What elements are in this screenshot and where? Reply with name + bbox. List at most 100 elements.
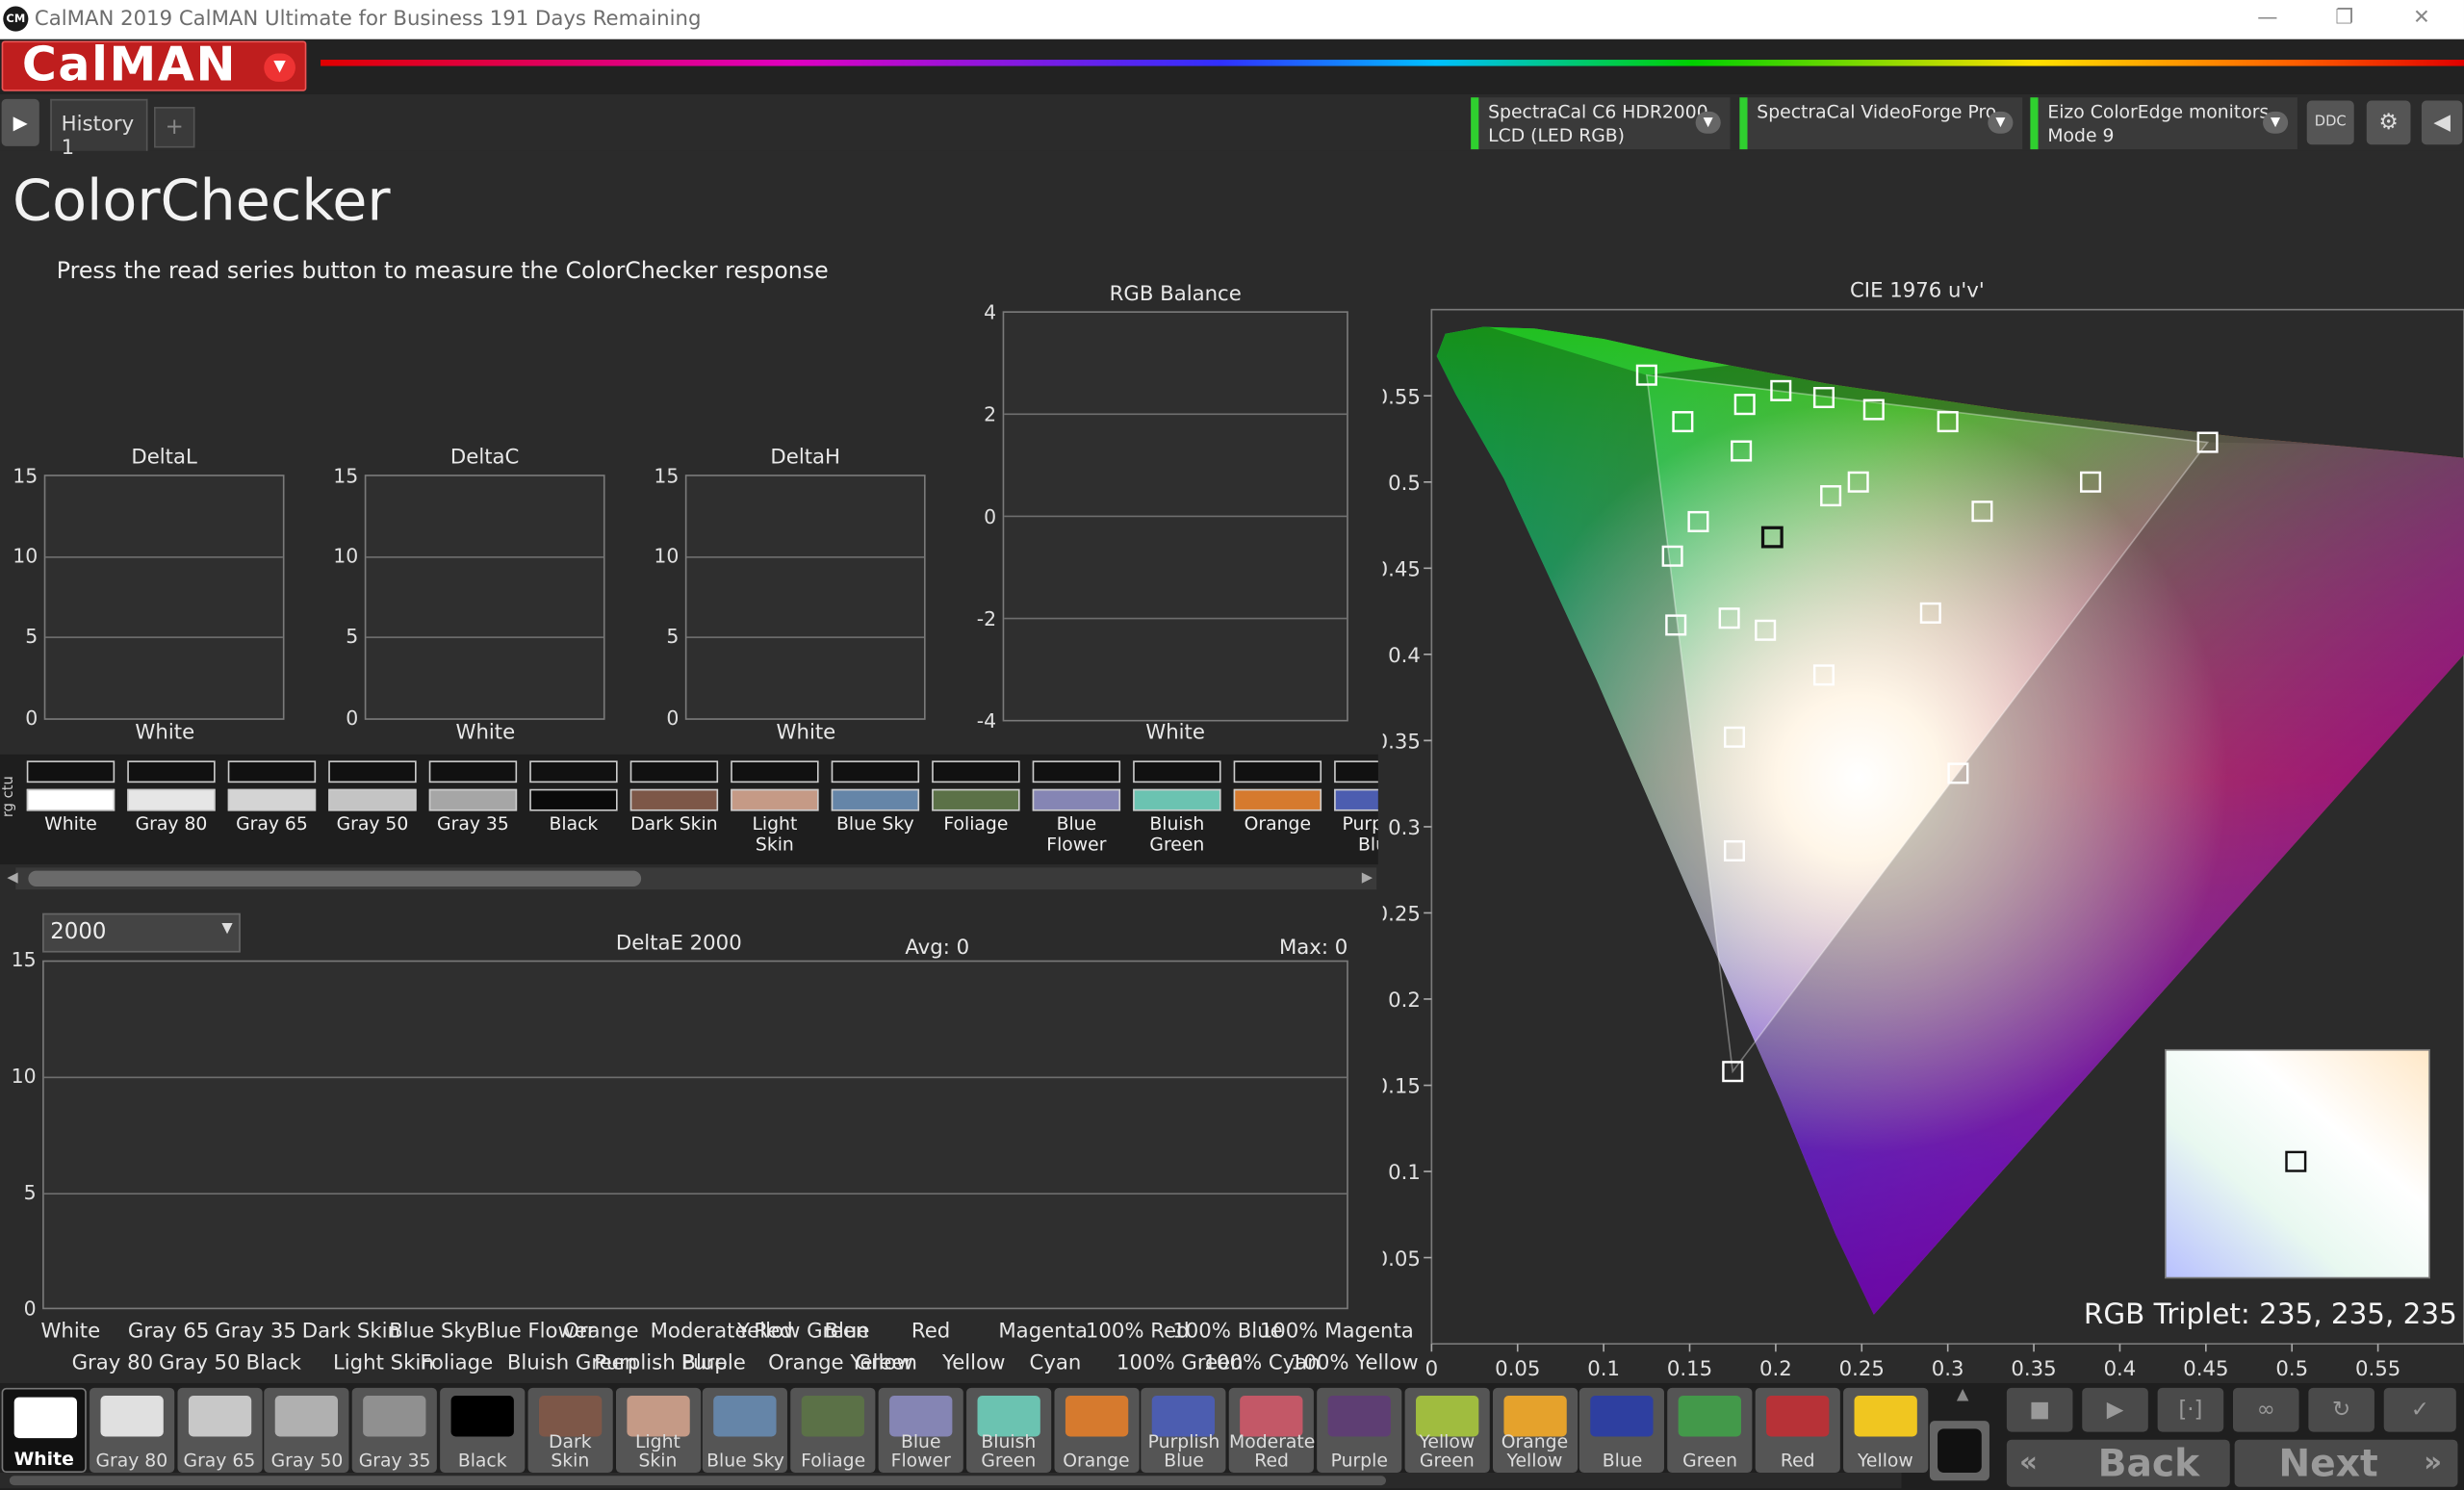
strip-scrollbar[interactable]: ◀ ▶ [7, 867, 1377, 890]
swatch-label: Bluish Green [1149, 812, 1205, 856]
chart-title: DeltaE 2000 [615, 932, 742, 956]
scrollbar-thumb[interactable] [28, 870, 642, 886]
patch-label: Blue Sky [706, 1449, 784, 1472]
next-button[interactable]: Next » [2234, 1439, 2458, 1487]
swatch-label: Dark Skin [630, 812, 718, 835]
y-tick: 10 [333, 543, 359, 568]
patch-color [100, 1396, 164, 1437]
patch-button[interactable]: Orange [1053, 1387, 1140, 1474]
patch-button[interactable]: Dark Skin [527, 1387, 613, 1474]
read-series-icon[interactable]: [·] [2157, 1387, 2224, 1432]
source-device-selector[interactable]: SpectraCal VideoForge Pro ▼ [1739, 97, 2023, 150]
display-device-selector[interactable]: Eizo ColorEdge monitors Mode 9 ▼ [2030, 97, 2297, 150]
strip-swatch[interactable]: Dark Skin [629, 760, 719, 835]
patch-color [275, 1396, 339, 1437]
strip-swatch[interactable]: Gray 65 [227, 760, 317, 835]
patch-button[interactable]: Red [1755, 1387, 1840, 1474]
patch-button[interactable]: Purple [1317, 1387, 1402, 1474]
patch-button[interactable]: Purplish Blue [1141, 1387, 1227, 1474]
x-tick-label: Dark Skin [301, 1320, 401, 1345]
target-color [1133, 788, 1221, 811]
x-label: White [135, 721, 195, 745]
x-tick-label: Gray 80 [71, 1351, 154, 1375]
back-arrow-icon: « [2018, 1446, 2038, 1479]
measured-color [731, 760, 819, 784]
patch-button[interactable]: Moderate Red [1229, 1387, 1315, 1474]
tab-history[interactable]: History 1 [50, 98, 148, 161]
plot-area [1002, 311, 1348, 722]
refresh-icon[interactable]: ↻ [2308, 1387, 2374, 1432]
restore-button[interactable]: ❐ [2321, 3, 2368, 35]
y-tick-label: 0.45 [1383, 557, 1421, 581]
target-color [127, 788, 216, 811]
patch-color [1327, 1396, 1391, 1437]
strip-swatch[interactable]: Bluish Green [1133, 760, 1221, 856]
play-icon[interactable]: ▶ [1, 98, 39, 146]
y-tick: 15 [13, 463, 38, 488]
ddc-button[interactable]: DDC [2306, 100, 2354, 145]
strip-swatch[interactable]: Blue Sky [831, 760, 920, 835]
gridline [686, 556, 924, 558]
patch-label: Blue Flower [890, 1429, 951, 1472]
swatch-scrollbar[interactable] [0, 1473, 1902, 1489]
strip-swatch[interactable]: Black [529, 760, 618, 835]
x-tick-label: 0.05 [1495, 1357, 1540, 1381]
continuous-icon[interactable]: ∞ [2232, 1387, 2299, 1432]
chart-title: RGB Balance [1109, 282, 1242, 307]
gear-icon[interactable]: ⚙ [2366, 100, 2411, 145]
stop-icon[interactable]: ■ [2006, 1387, 2073, 1432]
scroll-left-icon[interactable]: ◀ [3, 867, 22, 889]
add-tab-button[interactable]: + [153, 107, 195, 148]
x-tick-label: Blue Sky [389, 1320, 477, 1345]
chevron-left-icon[interactable]: ◀ [2421, 100, 2463, 145]
patch-button[interactable]: Yellow Green [1404, 1387, 1490, 1474]
patch-button[interactable]: Gray 35 [352, 1387, 438, 1474]
play-icon[interactable]: ▶ [2082, 1387, 2148, 1432]
patch-button[interactable]: Blue Flower [878, 1387, 963, 1474]
strip-swatch[interactable]: Blue Flower [1032, 760, 1121, 856]
x-tick-label: 0.25 [1839, 1357, 1885, 1381]
patch-button[interactable]: Blue Sky [703, 1387, 788, 1474]
back-button[interactable]: « Back [2006, 1439, 2230, 1487]
strip-swatch[interactable]: White [26, 760, 116, 835]
strip-swatch[interactable]: Purplish Blue [1334, 760, 1378, 855]
patch-button[interactable]: Light Skin [615, 1387, 701, 1474]
y-tick-label: 0.25 [1383, 903, 1421, 927]
patch-button[interactable]: Gray 65 [176, 1387, 262, 1474]
swatch-label: Blue Flower [1046, 812, 1107, 856]
scroll-right-icon[interactable]: ▶ [1358, 867, 1377, 889]
patch-button[interactable]: Foliage [790, 1387, 876, 1474]
strip-swatch[interactable]: Gray 80 [127, 760, 216, 835]
measured-color [26, 760, 116, 784]
close-button[interactable]: ✕ [2398, 3, 2445, 35]
y-tick-label: 0.2 [1388, 989, 1421, 1013]
scrollbar-thumb[interactable] [9, 1476, 1386, 1486]
minimize-button[interactable]: — [2244, 3, 2291, 35]
strip-swatch[interactable]: Gray 50 [328, 760, 417, 835]
patch-button[interactable]: Gray 50 [264, 1387, 350, 1474]
meter-device-selector[interactable]: SpectraCal C6 HDR2000 LCD (LED RGB) ▼ [1471, 97, 1731, 150]
patch-button[interactable]: Orange Yellow [1492, 1387, 1578, 1474]
stop-read-button[interactable] [1929, 1421, 1989, 1481]
app-header: CalMAN ▼ [0, 38, 2464, 94]
strip-swatch[interactable]: Orange [1233, 760, 1322, 835]
y-tick: 0 [346, 706, 359, 730]
patch-button[interactable]: Green [1667, 1387, 1753, 1474]
patch-button[interactable]: White [1, 1387, 87, 1474]
deltae-metric-select[interactable]: 2000 ▼ [42, 912, 241, 953]
strip-swatch[interactable]: Gray 35 [428, 760, 518, 835]
patch-label: Gray 65 [183, 1449, 256, 1472]
patch-button[interactable]: Blue [1579, 1387, 1665, 1474]
patch-button[interactable]: Bluish Green [965, 1387, 1051, 1474]
x-tick-label: 0.55 [2355, 1357, 2400, 1381]
y-tick: 5 [23, 1180, 37, 1204]
strip-swatch[interactable]: Light Skin [731, 760, 819, 855]
strip-swatch[interactable]: Foliage [932, 760, 1020, 835]
calman-menu-button[interactable]: CalMAN ▼ [1, 38, 307, 92]
collapse-up-icon[interactable]: ▲ [1939, 1386, 1987, 1405]
patch-button[interactable]: Black [440, 1387, 526, 1474]
patch-button[interactable]: Yellow [1842, 1387, 1928, 1474]
x-tick-label: Red [911, 1320, 951, 1345]
patch-button[interactable]: Gray 80 [89, 1387, 174, 1474]
check-icon[interactable]: ✓ [2383, 1387, 2456, 1432]
